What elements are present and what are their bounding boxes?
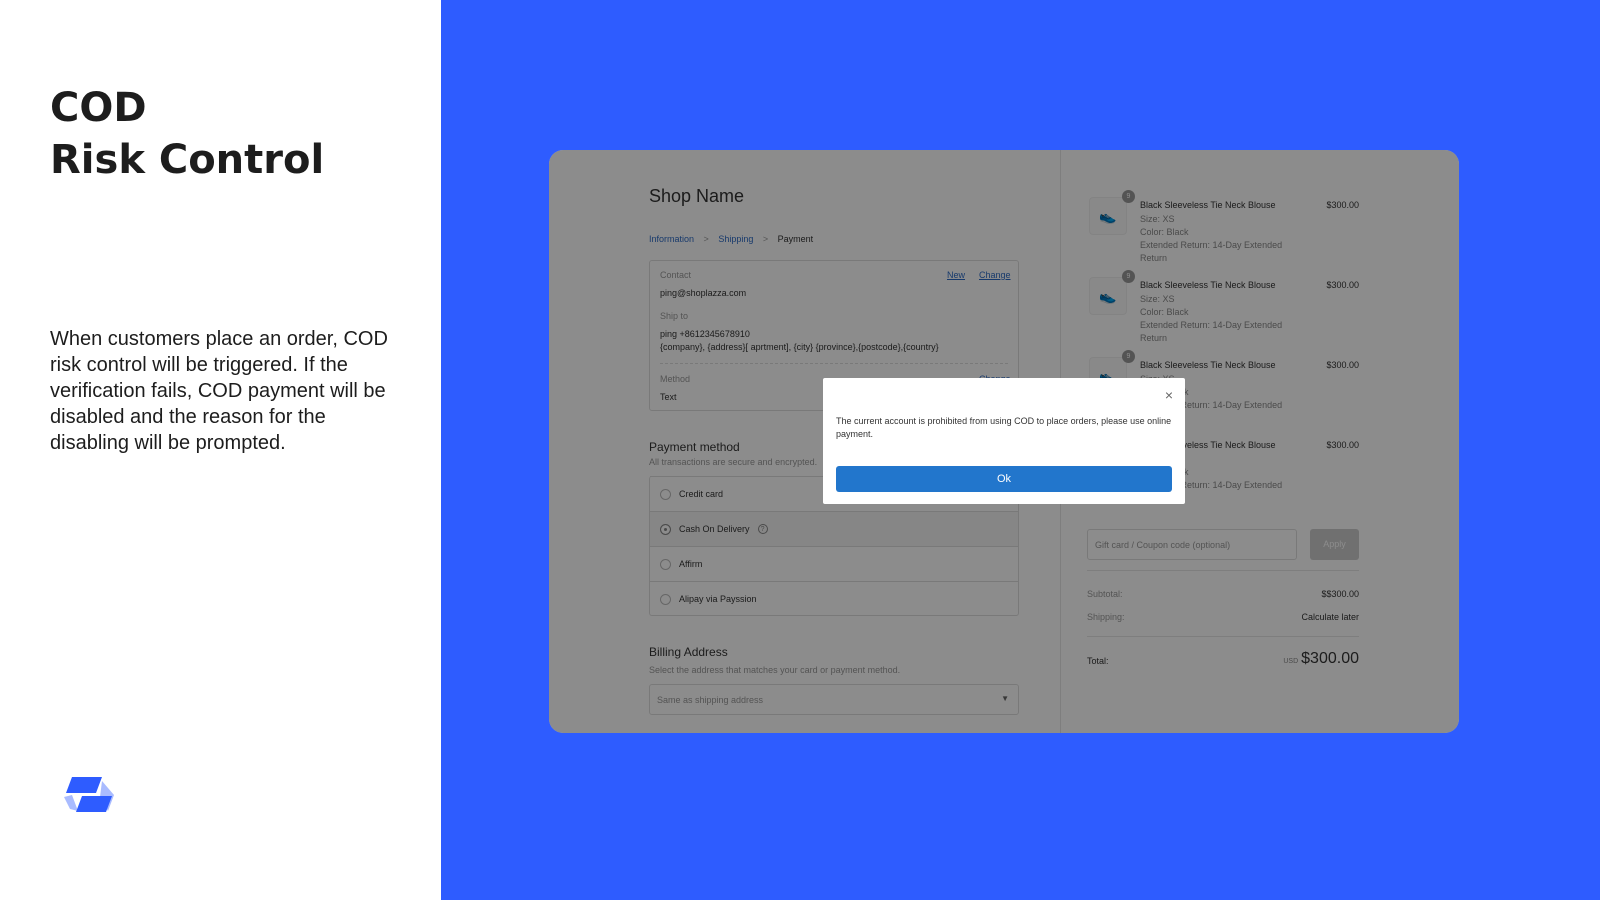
info-panel: COD Risk Control When customers place an … [0,0,441,900]
cod-blocked-dialog: × The current account is prohibited from… [823,378,1185,504]
dialog-message: The current account is prohibited from u… [836,416,1172,439]
close-icon[interactable]: × [1165,387,1173,403]
title-line-2: Risk Control [50,137,325,183]
ok-button[interactable]: Ok [836,466,1172,492]
slide-title: COD Risk Control [50,82,324,186]
slide-description: When customers place an order, COD risk … [50,328,388,454]
brand-logo [64,777,114,812]
title-line-1: COD [50,85,147,131]
